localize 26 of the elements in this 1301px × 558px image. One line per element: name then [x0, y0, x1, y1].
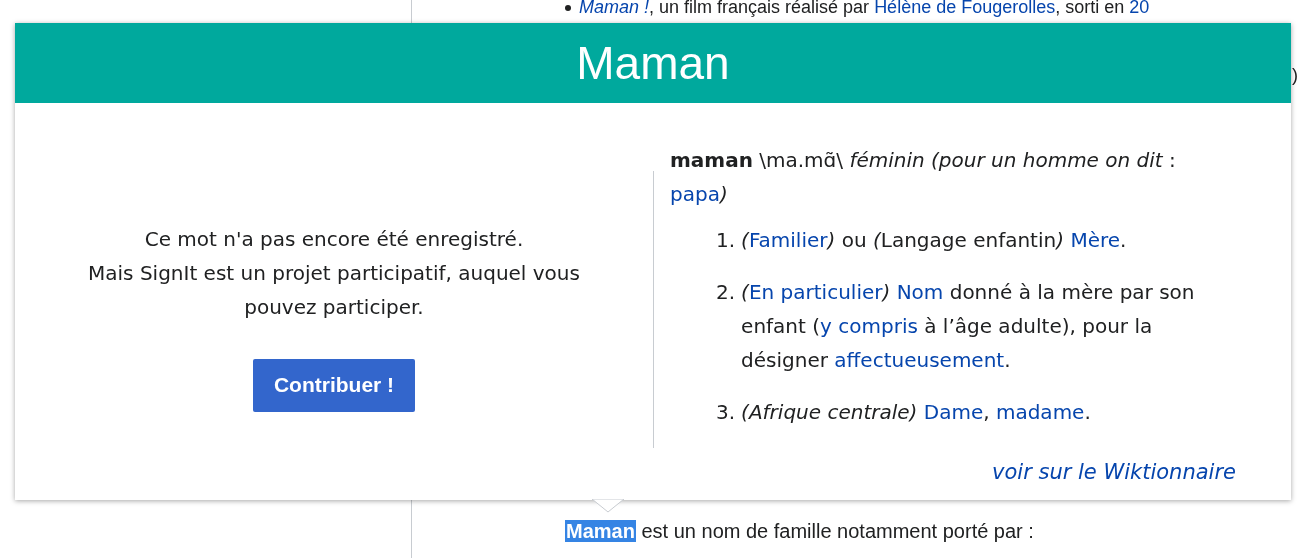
word-link[interactable]: En particulier [748, 280, 883, 304]
headword-line: maman \ma.mɑ̃\ féminin (pour un homme on dit : papa) [670, 147, 1177, 208]
word-link[interactable]: Hélène de Fougerolles [874, 0, 1056, 17]
word-link[interactable]: 20 [1129, 0, 1150, 17]
definition-number: 2. [716, 279, 736, 306]
word-link[interactable]: Dame [923, 400, 984, 424]
film-link[interactable]: Maman ! [579, 0, 650, 17]
word-link[interactable]: papa [670, 182, 720, 206]
text-fragment: ) [1292, 64, 1298, 87]
popup-title: Maman [576, 35, 730, 91]
definition-text: (Familier) ou (Langage enfantin) Mère. [741, 227, 1127, 254]
wiktionary-link[interactable]: voir sur le Wiktionnaire [992, 456, 1236, 488]
word-link[interactable]: affectueusement [834, 348, 1005, 372]
contribute-button[interactable]: Contribuer ! [252, 358, 416, 412]
not-recorded-message: Ce mot n'a pas encore été enregistré. Mais SignIt est un projet participatif, auquel vous pouvez participer. [87, 225, 581, 321]
definition-number: 3. [716, 399, 736, 426]
bullet-icon [565, 4, 571, 11]
word-link[interactable]: madame [995, 400, 1085, 424]
definition-text: (En particulier) Nom donné à la mère par son enfant (y compris à l’âge adulte), pour la désigner affectueusement. [741, 279, 1196, 374]
film-list-item: Maman !, un film français réalisé par Hélène de Fougerolles, sorti en 20 [579, 0, 1150, 19]
definition-text: (Afrique centrale) Dame, madame. [741, 399, 1091, 426]
surname-sentence: Maman est un nom de famille notamment porté par : [565, 519, 1034, 544]
word-link[interactable]: Mère [1070, 228, 1121, 252]
definition-number: 1. [716, 227, 736, 254]
word-link[interactable]: Nom [896, 280, 944, 304]
word-link[interactable]: y compris [820, 314, 918, 338]
